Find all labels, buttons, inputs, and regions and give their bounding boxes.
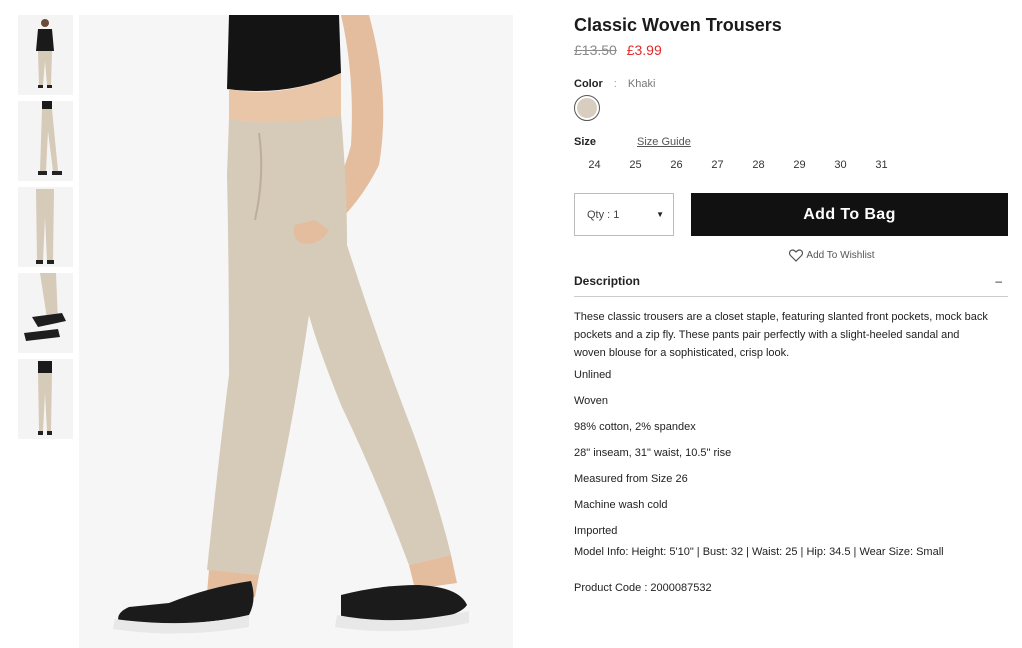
color-label: Color	[574, 78, 603, 90]
description-title: Description	[574, 274, 641, 288]
sale-price: £3.99	[626, 42, 662, 58]
description-body: These classic trousers are a closet stap…	[574, 308, 1008, 597]
quantity-label: Qty : 1	[587, 208, 620, 221]
size-header: Size Size Guide	[574, 135, 1008, 149]
color-swatch-fill	[577, 98, 597, 118]
color-row: Color : Khaki	[574, 77, 1008, 91]
product-title: Classic Woven Trousers	[574, 15, 782, 35]
product-code: Product Code : 2000087532	[574, 582, 712, 594]
feature-item: Machine wash cold	[574, 499, 668, 511]
add-to-bag-button[interactable]: Add To Bag	[691, 193, 1008, 236]
size-option-24[interactable]: 24	[574, 158, 615, 172]
size-option-25[interactable]: 25	[615, 158, 656, 172]
description-text: These classic trousers are a closet stap…	[574, 311, 988, 359]
original-price: £13.50	[574, 42, 617, 58]
size-option-28[interactable]: 28	[738, 158, 779, 172]
feature-item: Measured from Size 26	[574, 473, 688, 485]
size-options: 24 25 26 27 28 29 30 31	[574, 158, 1008, 172]
model-info: Model Info: Height: 5'10" | Bust: 32 | W…	[574, 546, 944, 558]
thumbnail-front-outfit[interactable]	[18, 15, 73, 95]
description-accordion-header[interactable]: Description –	[574, 274, 1008, 297]
price-row: £13.50 £3.99	[574, 41, 1008, 59]
size-option-30[interactable]: 30	[820, 158, 861, 172]
feature-item: Unlined	[574, 369, 612, 381]
size-guide-link[interactable]: Size Guide	[637, 135, 691, 149]
feature-item: Imported	[574, 525, 618, 537]
thumbnail-full-front[interactable]	[18, 359, 73, 439]
thumbnail-back-view[interactable]	[18, 187, 73, 267]
size-label: Size	[574, 136, 597, 148]
add-to-wishlist-link[interactable]: Add To Wishlist	[574, 249, 1008, 262]
feature-item: 98% cotton, 2% spandex	[574, 421, 696, 433]
size-option-26[interactable]: 26	[656, 158, 697, 172]
wishlist-label: Add To Wishlist	[806, 250, 875, 261]
size-option-27[interactable]: 27	[697, 158, 738, 172]
size-option-29[interactable]: 29	[779, 158, 820, 172]
color-value: Khaki	[627, 78, 656, 90]
size-option-31[interactable]: 31	[861, 158, 902, 172]
feature-item: Woven	[574, 395, 609, 407]
collapse-icon: –	[995, 274, 1002, 288]
purchase-row: Qty : 1 ▼ Add To Bag	[574, 193, 1008, 236]
caret-down-icon: ▼	[656, 210, 664, 219]
main-product-image[interactable]	[79, 15, 513, 648]
thumbnail-side-view[interactable]	[18, 101, 73, 181]
heart-icon	[789, 249, 804, 262]
thumbnail-list	[18, 15, 73, 445]
quantity-select[interactable]: Qty : 1 ▼	[574, 193, 674, 236]
color-swatch-khaki[interactable]	[574, 95, 600, 121]
color-separator: :	[613, 78, 617, 90]
product-details-panel: Classic Woven Trousers £13.50 £3.99 Colo…	[574, 14, 1008, 597]
feature-item: 28" inseam, 31" waist, 10.5" rise	[574, 447, 732, 459]
thumbnail-shoe-detail[interactable]	[18, 273, 73, 353]
